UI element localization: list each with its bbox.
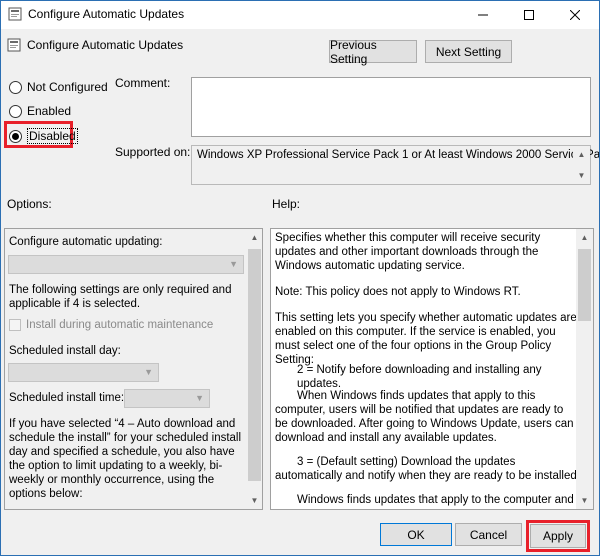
help-p4: 2 = Notify before downloading and instal…: [297, 364, 542, 390]
maximize-button[interactable]: [506, 1, 552, 28]
ok-button[interactable]: OK: [380, 523, 452, 546]
install-maintenance-checkbox[interactable]: Install during automatic maintenance: [9, 319, 213, 331]
help-scrollbar[interactable]: ▲ ▼: [576, 229, 593, 509]
next-setting-button[interactable]: Next Setting: [425, 40, 512, 63]
previous-setting-button[interactable]: Previous Setting: [329, 37, 417, 66]
supported-scrollbar[interactable]: ▲ ▼: [573, 146, 590, 184]
previous-setting-label: Previous Setting: [330, 37, 377, 66]
comment-textbox[interactable]: [191, 77, 591, 137]
minimize-button[interactable]: [460, 1, 506, 28]
radio-enabled[interactable]: Enabled: [9, 104, 71, 118]
ok-label: OK: [407, 527, 425, 542]
maximize-icon: [524, 9, 534, 20]
help-panel: Specifies whether this computer will rec…: [270, 228, 594, 510]
help-p7: Windows finds updates that apply to the …: [297, 494, 574, 506]
configure-updating-label: Configure automatic updating:: [9, 236, 163, 248]
next-setting-label: Next Setting: [435, 44, 502, 59]
close-button[interactable]: [552, 1, 598, 28]
help-p5: When Windows finds updates that apply to…: [275, 390, 574, 444]
install-time-label: Scheduled install time:: [9, 392, 125, 404]
scroll-thumb[interactable]: [578, 249, 591, 321]
options-panel: Configure automatic updating: ▼ The foll…: [4, 228, 263, 510]
radio-disabled-label: Disabled: [27, 128, 78, 144]
radio-not-configured[interactable]: Not Configured: [9, 80, 108, 94]
radio-circle: [9, 80, 22, 94]
apply-button[interactable]: Apply: [530, 524, 586, 548]
chevron-down-icon: ▼: [195, 393, 204, 403]
scroll-down-icon[interactable]: ▼: [576, 492, 593, 509]
radio-disabled[interactable]: Disabled: [9, 128, 78, 144]
scroll-up-icon[interactable]: ▲: [573, 146, 590, 163]
minimize-icon: [478, 14, 488, 15]
options-scrollbar[interactable]: ▲ ▼: [246, 229, 262, 509]
scroll-down-icon[interactable]: ▼: [573, 167, 590, 184]
radio-not-configured-label: Not Configured: [27, 80, 108, 94]
install-day-dropdown[interactable]: ▼: [8, 363, 159, 382]
window-title: Configure Automatic Updates: [28, 7, 185, 21]
help-p3: This setting lets you specify whether au…: [275, 312, 577, 366]
chevron-down-icon: ▼: [229, 259, 238, 269]
scroll-down-icon[interactable]: ▼: [246, 492, 262, 509]
scroll-up-icon[interactable]: ▲: [576, 229, 593, 246]
configure-updating-dropdown[interactable]: ▼: [8, 255, 244, 274]
comment-label: Comment:: [115, 76, 171, 90]
help-p6: 3 = (Default setting) Download the updat…: [275, 456, 577, 482]
cancel-label: Cancel: [469, 527, 508, 542]
policy-name: Configure Automatic Updates: [27, 38, 184, 52]
close-icon: [570, 9, 580, 20]
apply-label: Apply: [542, 529, 574, 543]
policy-setting-icon: [7, 38, 21, 52]
radio-enabled-label: Enabled: [27, 104, 72, 118]
help-p2: Note: This policy does not apply to Wind…: [275, 286, 521, 298]
checkbox-box: [9, 319, 21, 331]
help-label: Help:: [272, 197, 301, 211]
options-label: Options:: [7, 197, 52, 211]
radio-circle-selected: [9, 129, 22, 143]
install-day-label: Scheduled install day:: [9, 345, 121, 357]
policy-icon: [8, 7, 22, 21]
supported-on-box: Windows XP Professional Service Pack 1 o…: [191, 145, 600, 185]
supported-on-label: Supported on:: [115, 145, 191, 159]
cancel-button[interactable]: Cancel: [455, 523, 522, 546]
help-p1: Specifies whether this computer will rec…: [275, 232, 541, 272]
chevron-down-icon: ▼: [144, 367, 153, 377]
install-time-dropdown[interactable]: ▼: [124, 389, 210, 408]
scroll-thumb[interactable]: [248, 249, 261, 481]
install-maintenance-label: Install during automatic maintenance: [26, 319, 214, 331]
options-note: The following settings are only required…: [9, 284, 232, 310]
scroll-up-icon[interactable]: ▲: [246, 229, 262, 246]
radio-circle: [9, 104, 22, 118]
supported-on-value: Windows XP Professional Service Pack 1 o…: [197, 149, 600, 161]
selected-note: If you have selected “4 – Auto download …: [9, 418, 242, 500]
